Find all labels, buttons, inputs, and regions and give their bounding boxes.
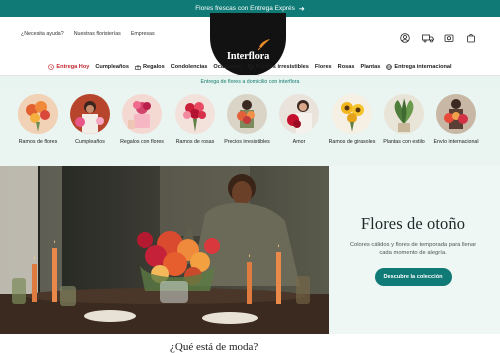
category-image (175, 94, 215, 134)
category-regalos-con-flores[interactable]: Regalos con flores (117, 94, 167, 146)
category-label: Plantas con estilo (383, 139, 425, 145)
help-link[interactable]: ¿Necesita ayuda? (21, 31, 64, 37)
wallet-icon[interactable] (444, 30, 454, 42)
section-title: ¿Qué está de moda? (170, 341, 259, 353)
hero-title: Flores de otoño (360, 214, 466, 233)
shopping-bag-icon[interactable] (466, 30, 476, 43)
nav-item-cumpleanos[interactable]: Cumpleaños (95, 64, 129, 70)
nav-item-entrega-hoy[interactable]: Entrega Hoy (48, 64, 89, 70)
promo-banner-text: Flores frescas con Entrega Exprés (195, 5, 295, 12)
globe-icon (386, 63, 393, 70)
category-envio-internacional[interactable]: Envío internacional (431, 94, 481, 146)
nav-item-regalos[interactable]: Regalos (135, 64, 165, 70)
user-icon[interactable] (400, 30, 410, 43)
hero-subtitle: Colores cálidos y flores de temporada pa… (349, 242, 477, 257)
category-image (384, 94, 424, 134)
category-image (436, 94, 476, 134)
tag-icon (247, 63, 254, 70)
hero-content: Flores de otoño Colores cálidos y flores… (343, 214, 483, 286)
clock-icon (48, 63, 55, 70)
discover-collection-button[interactable]: Descubre la colección (374, 267, 452, 286)
header-icons (400, 30, 476, 43)
gift-icon (135, 64, 141, 70)
category-image (332, 94, 372, 134)
category-label: Envío internacional (433, 139, 479, 145)
category-image (18, 94, 58, 134)
category-label: Cumpleaños (75, 139, 105, 145)
nav-item-ocasiones[interactable]: Ocasiones (213, 64, 241, 70)
category-label: Ramos de rosas (175, 139, 215, 145)
main-nav: Entrega Hoy Cumpleaños Regalos Condolenc… (0, 58, 500, 76)
category-image (122, 94, 162, 134)
category-label: Precios irresistibles (224, 139, 270, 145)
florists-link[interactable]: Nuestras floristerías (74, 31, 121, 37)
hero-section: Flores de otoño Colores cálidos y flores… (0, 166, 500, 334)
nav-item-flores[interactable]: Flores (315, 64, 332, 70)
category-label: Ramos de flores (18, 139, 58, 145)
site-header: ¿Necesita ayuda? Nuestras floristerías E… (0, 13, 500, 76)
nav-item-condolencias[interactable]: Condolencias (171, 64, 208, 70)
category-label: Regalos con flores (120, 139, 164, 145)
category-cumpleanos[interactable]: Cumpleaños (65, 94, 115, 146)
category-plantas-con-estilo[interactable]: Plantas con estilo (379, 94, 429, 146)
category-amor[interactable]: Amor (274, 94, 324, 146)
category-carousel: Ramos de flores Cumpleaños Regalos con f… (0, 88, 500, 166)
nav-item-precios-irresistibles[interactable]: Precios irresistibles (247, 63, 309, 70)
category-precios-irresistibles[interactable]: Precios irresistibles (222, 94, 272, 146)
category-image (279, 94, 319, 134)
delivery-info-bar: Entrega de flores a domicilio con interf… (0, 76, 500, 88)
category-ramos-de-rosas[interactable]: Ramos de rosas (170, 94, 220, 146)
delivery-truck-icon[interactable] (422, 30, 434, 43)
nav-item-plantas[interactable]: Plantas (360, 64, 380, 70)
category-image (70, 94, 110, 134)
delivery-info-text: Entrega de flores a domicilio con interf… (200, 79, 300, 85)
hero-image (0, 166, 329, 334)
nav-item-entrega-internacional[interactable]: Entrega internacional (386, 63, 452, 70)
nav-item-rosas[interactable]: Rosas (338, 64, 355, 70)
category-image (227, 94, 267, 134)
arrow-right-icon: ➜ (298, 5, 305, 13)
category-ramos-de-flores[interactable]: Ramos de flores (13, 94, 63, 146)
category-ramos-de-girasoles[interactable]: Ramos de girasoles (327, 94, 377, 146)
category-label: Ramos de girasoles (328, 139, 376, 145)
header-links: ¿Necesita ayuda? Nuestras floristerías E… (21, 31, 155, 37)
category-label: Amor (292, 139, 306, 145)
business-link[interactable]: Empresas (131, 31, 155, 37)
mercury-logo-icon (257, 39, 270, 50)
